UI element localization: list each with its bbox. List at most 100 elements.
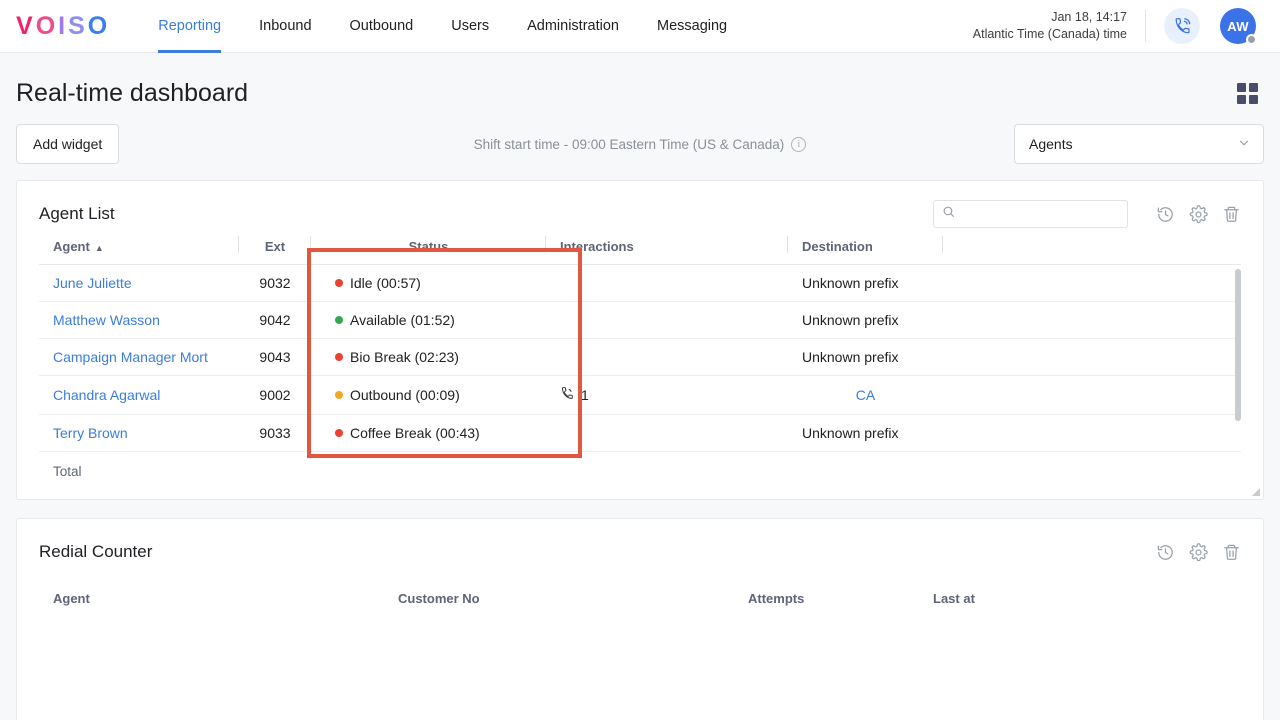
column-header-attempts[interactable]: Attempts: [734, 567, 919, 616]
table-row[interactable]: Chandra Agarwal 9002 Outbound (00:09) 1 …: [39, 375, 1241, 415]
widget-toolbar: [1142, 542, 1241, 562]
agent-name-link[interactable]: Matthew Wasson: [53, 312, 160, 328]
top-navigation-bar: VOISO Reporting Inbound Outbound Users A…: [0, 0, 1280, 53]
column-header-ext[interactable]: Ext: [239, 229, 311, 265]
widget-toolbar: [933, 200, 1241, 228]
trash-icon[interactable]: [1222, 543, 1241, 562]
column-header-agent[interactable]: Agent: [39, 567, 384, 616]
agent-ext: 9043: [239, 338, 311, 376]
status-text: Idle (00:57): [350, 275, 421, 291]
agent-name-link[interactable]: Chandra Agarwal: [53, 387, 160, 403]
agent-interactions: [546, 301, 788, 339]
status-dot: [335, 353, 343, 361]
column-label: Agent: [53, 239, 90, 254]
avatar-status-dot: [1246, 34, 1257, 45]
widget-resize-handle[interactable]: [1251, 487, 1260, 496]
logo-letter-2: O: [35, 11, 59, 40]
status-dot: [335, 391, 343, 399]
logo-letter-4: S: [68, 11, 88, 40]
clock-display: Jan 18, 14:17 Atlantic Time (Canada) tim…: [973, 9, 1127, 43]
agent-destination: Unknown prefix: [788, 301, 943, 339]
redial-counter-table-wrapper: Agent Customer No Attempts Last at: [17, 567, 1263, 616]
grid-view-icon[interactable]: [1237, 83, 1258, 104]
widget-redial-counter: Redial Counter Agent Customer No Attempt…: [16, 518, 1264, 720]
agent-ext: 9042: [239, 301, 311, 339]
gear-icon[interactable]: [1189, 542, 1208, 562]
agent-destination: Unknown prefix: [788, 264, 943, 302]
agent-ext: 9033: [239, 414, 311, 452]
table-row[interactable]: Campaign Manager Mort 9043 Bio Break (02…: [39, 338, 1241, 376]
nav-item-administration[interactable]: Administration: [527, 0, 619, 53]
nav-right-section: Jan 18, 14:17 Atlantic Time (Canada) tim…: [973, 0, 1280, 53]
nav-item-outbound[interactable]: Outbound: [350, 0, 414, 53]
table-row[interactable]: June Juliette 9032 Idle (00:57) Unknown …: [39, 264, 1241, 302]
interaction-count: 1: [581, 387, 589, 403]
agent-destination: Unknown prefix: [788, 414, 943, 452]
logo-letter-3: I: [58, 11, 69, 40]
agent-interactions: [546, 414, 788, 452]
table-header-row: Agent ▲ Ext Status Interactions Destinat…: [39, 229, 1241, 265]
table-row[interactable]: Terry Brown 9033 Coffee Break (00:43) Un…: [39, 414, 1241, 452]
trash-icon[interactable]: [1222, 205, 1241, 224]
voiso-logo[interactable]: VOISO: [16, 12, 110, 41]
table-header-row: Agent Customer No Attempts Last at: [39, 567, 1241, 616]
grid-cell: [1237, 95, 1246, 104]
page-header: Real-time dashboard: [16, 53, 1264, 108]
redial-counter-table: Agent Customer No Attempts Last at: [39, 567, 1241, 616]
column-header-interactions[interactable]: Interactions: [546, 229, 788, 265]
search-input[interactable]: [961, 205, 1119, 223]
grid-cell: [1237, 83, 1246, 92]
nav-item-reporting[interactable]: Reporting: [158, 0, 221, 53]
status-dot: [335, 279, 343, 287]
table-scrollbar-thumb[interactable]: [1235, 269, 1241, 421]
chevron-down-icon: [1237, 136, 1251, 153]
table-total-label: Total: [53, 464, 82, 479]
history-icon[interactable]: [1156, 543, 1175, 562]
agent-status: Idle (00:57): [311, 264, 546, 302]
agent-name-link[interactable]: Terry Brown: [53, 425, 128, 441]
user-avatar[interactable]: AW: [1220, 8, 1257, 45]
column-header-agent[interactable]: Agent ▲: [39, 229, 239, 265]
shift-start-text: Shift start time - 09:00 Eastern Time (U…: [473, 136, 785, 152]
main-nav-links: Reporting Inbound Outbound Users Adminis…: [158, 0, 765, 53]
column-header-last-at[interactable]: Last at: [919, 567, 1241, 616]
column-header-customer-no[interactable]: Customer No: [384, 567, 734, 616]
add-widget-button[interactable]: Add widget: [16, 124, 120, 164]
grid-cell: [1249, 95, 1258, 104]
page-title: Real-time dashboard: [16, 79, 249, 107]
active-call-icon: [560, 386, 575, 404]
phone-ring-icon[interactable]: [1164, 8, 1200, 44]
nav-item-users[interactable]: Users: [451, 0, 489, 53]
widget-header: Redial Counter: [17, 519, 1263, 567]
column-header-status[interactable]: Status: [311, 229, 546, 265]
sort-asc-icon: ▲: [94, 242, 104, 253]
info-icon[interactable]: i: [791, 136, 807, 152]
row-spacer: [943, 414, 1241, 452]
agent-interactions: [546, 264, 788, 302]
table-row[interactable]: Matthew Wasson 9042 Available (01:52) Un…: [39, 301, 1241, 339]
agent-interactions: [546, 338, 788, 376]
nav-item-inbound[interactable]: Inbound: [259, 0, 311, 53]
destination-link[interactable]: CA: [856, 387, 875, 403]
nav-divider: [1145, 10, 1146, 42]
search-field[interactable]: [933, 200, 1128, 228]
agent-name-link[interactable]: June Juliette: [53, 275, 132, 291]
column-label: Destination: [802, 239, 873, 254]
agent-status: Coffee Break (00:43): [311, 414, 546, 452]
logo-letter-1: V: [16, 11, 36, 40]
column-header-destination[interactable]: Destination: [788, 229, 943, 265]
dashboard-type-select[interactable]: Agents: [1014, 124, 1264, 164]
status-text: Available (01:52): [350, 312, 455, 328]
dashboard-toolbar: Add widget Shift start time - 09:00 East…: [16, 124, 1264, 164]
dashboard-type-value: Agents: [1029, 136, 1073, 152]
gear-icon[interactable]: [1189, 204, 1208, 224]
history-icon[interactable]: [1156, 205, 1175, 224]
agent-status: Available (01:52): [311, 301, 546, 339]
agent-name-link[interactable]: Campaign Manager Mort: [53, 349, 208, 365]
agent-list-table-wrapper: Agent ▲ Ext Status Interactions Destinat…: [17, 229, 1263, 499]
status-dot: [335, 429, 343, 437]
row-spacer: [943, 375, 1241, 415]
agent-interactions: 1: [546, 375, 788, 415]
agent-status: Outbound (00:09): [311, 375, 546, 415]
nav-item-messaging[interactable]: Messaging: [657, 0, 727, 53]
